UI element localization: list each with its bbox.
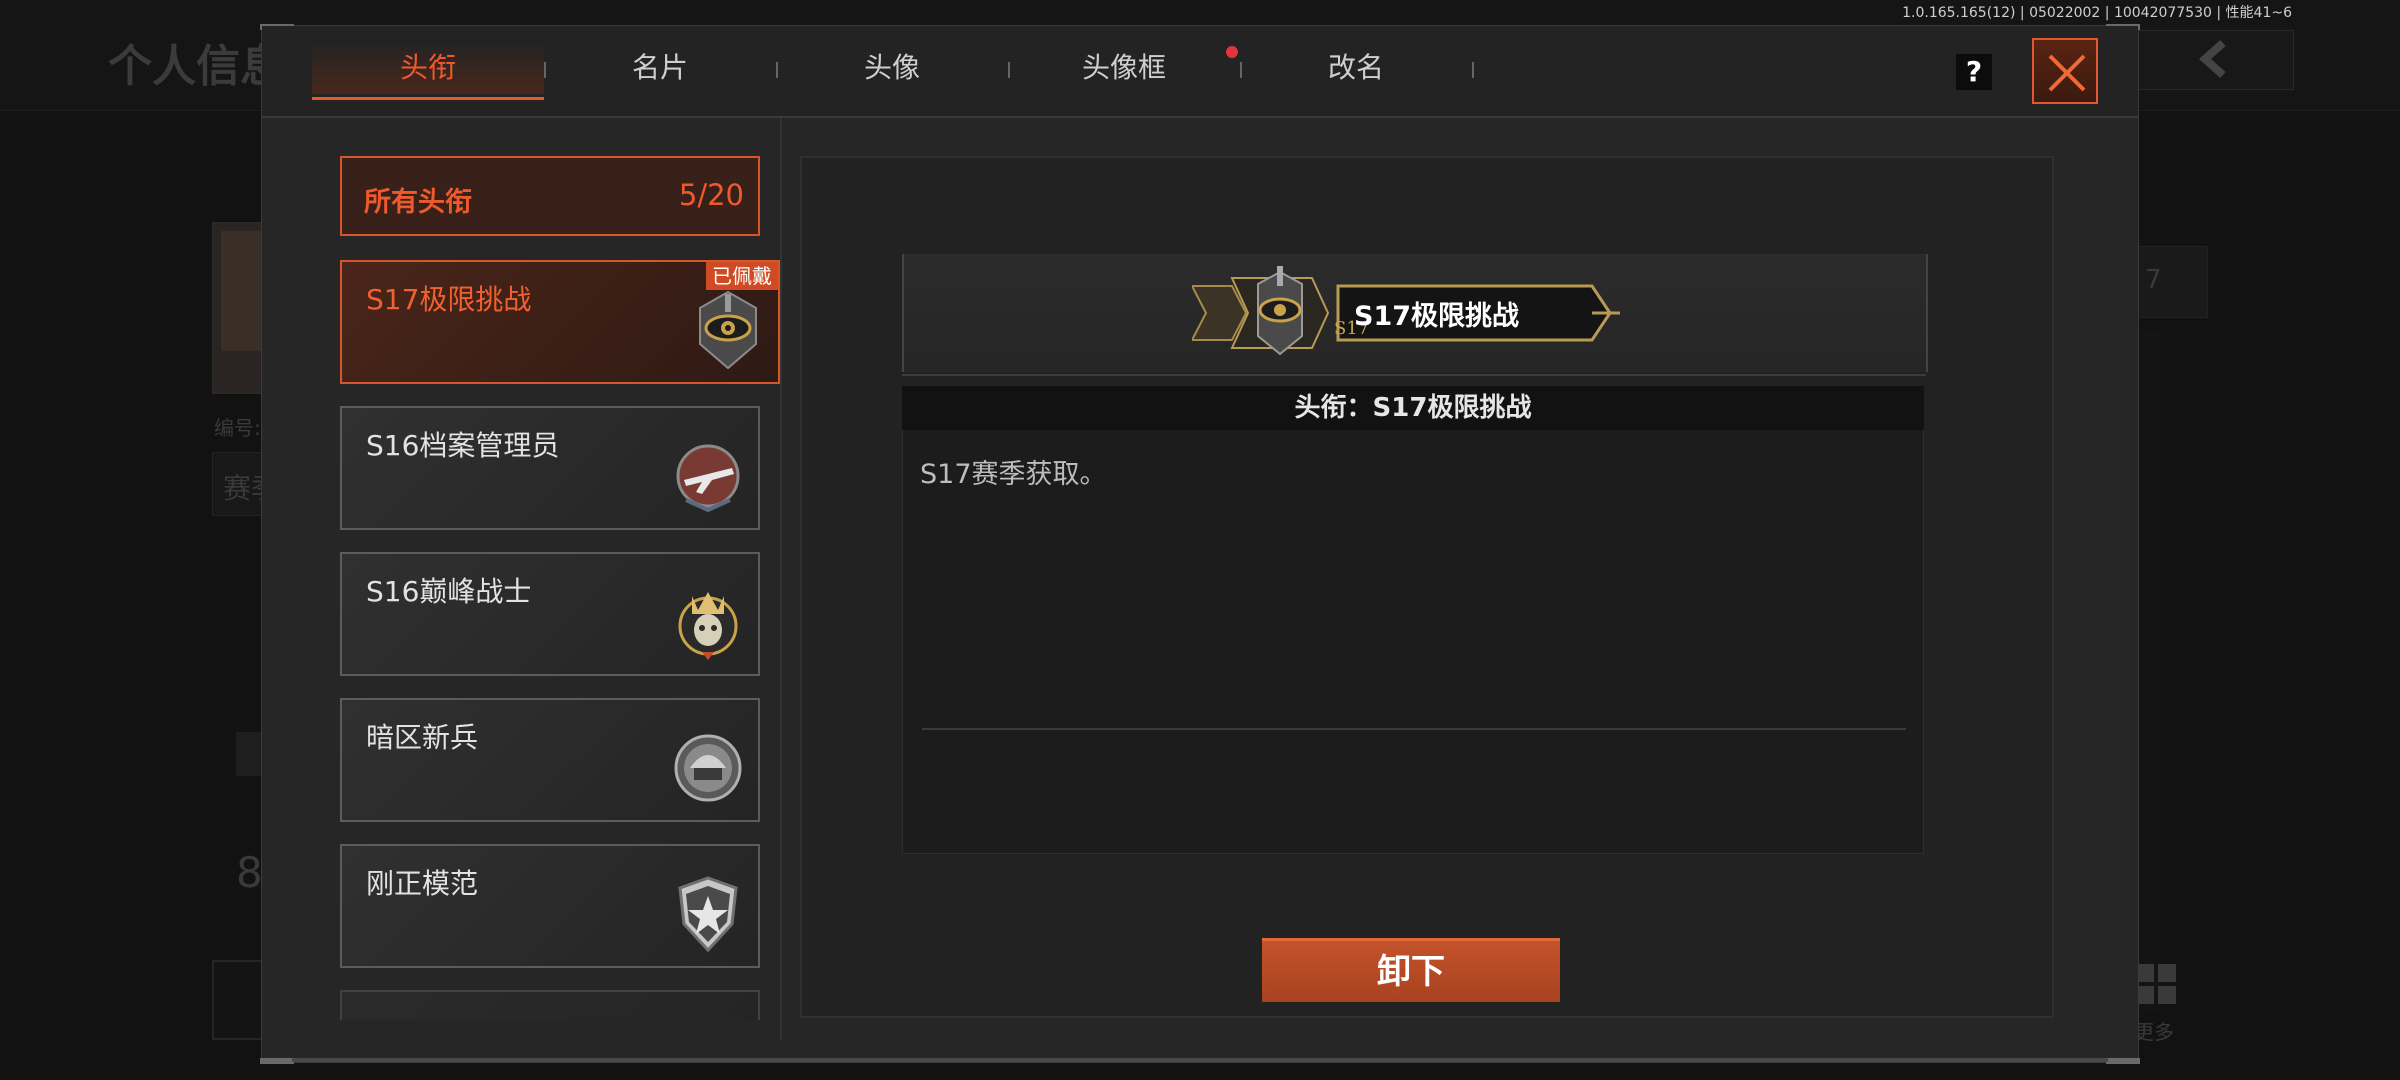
- all-titles-filter[interactable]: 所有头衔 5/20: [340, 156, 760, 236]
- back-arrow-icon: [2198, 40, 2226, 78]
- airplane-emblem-icon: [676, 444, 740, 513]
- tab-bar: 头衔 名片 头像 头像框 改名 ?: [262, 26, 2138, 118]
- help-button[interactable]: ?: [1956, 54, 1992, 90]
- background-more-label: 更多: [2134, 1020, 2174, 1044]
- title-item-s16-archivist[interactable]: S16档案管理员: [340, 406, 760, 530]
- title-list[interactable]: S17极限挑战 已佩戴 S16档案管理员 S16巅峰战士 暗区新兵 刚正模范: [340, 260, 780, 1020]
- dialog-bottom-border: [292, 1058, 2108, 1062]
- tab-avatar[interactable]: 头像: [776, 42, 1008, 94]
- description-divider: [922, 728, 1906, 730]
- worn-badge: 已佩戴: [706, 262, 778, 290]
- title-item-name: 刚正模范: [366, 867, 479, 900]
- background-back-button: [2136, 30, 2294, 90]
- helmet-emblem-icon: [674, 734, 742, 802]
- title-item-partial[interactable]: [340, 990, 760, 1020]
- crown-skull-emblem-icon: [678, 592, 738, 660]
- background-page-title: 个人信息: [108, 41, 284, 92]
- background-id-label: 编号:: [214, 416, 261, 440]
- background-right-panel: [2136, 330, 2160, 1010]
- description-text: S17赛季获取。: [920, 459, 1107, 490]
- tab-avatar-frame[interactable]: 头像框: [1008, 42, 1240, 94]
- tab-rename[interactable]: 改名: [1240, 42, 1472, 94]
- banner-title-text: S17极限挑战: [1354, 301, 1520, 332]
- corner-decoration: [2106, 1058, 2140, 1064]
- title-item-name: S16巅峰战士: [366, 575, 532, 608]
- title-item-upright-model[interactable]: 刚正模范: [340, 844, 760, 968]
- close-icon: [2048, 54, 2086, 92]
- title-item-s17[interactable]: S17极限挑战 已佩戴: [340, 260, 780, 384]
- corner-decoration: [260, 1058, 294, 1064]
- eye-emblem-icon: [699, 290, 757, 370]
- background-season-dropdown: 7: [2136, 246, 2208, 318]
- description-header: 头衔：S17极限挑战: [902, 386, 1924, 430]
- all-titles-count: 5/20: [678, 178, 744, 212]
- column-divider: [780, 118, 782, 1040]
- unequip-button[interactable]: 卸下: [1262, 938, 1560, 1002]
- more-grid-icon: [2136, 964, 2176, 1004]
- title-item-s16-peak-warrior[interactable]: S16巅峰战士: [340, 552, 760, 676]
- tab-separator: [1472, 62, 1474, 78]
- tab-titles[interactable]: 头衔: [312, 42, 544, 100]
- title-item-name: S17极限挑战: [366, 283, 532, 316]
- title-dialog: 头衔 名片 头像 头像框 改名 ? 所有头衔 5/20 S17极限挑战 已佩戴: [260, 24, 2140, 1064]
- background-number: 8: [236, 848, 263, 897]
- tab-card[interactable]: 名片: [544, 42, 776, 94]
- banner-divider: [902, 374, 1926, 376]
- title-item-name: S16档案管理员: [366, 429, 560, 462]
- close-button[interactable]: [2032, 38, 2098, 104]
- notification-dot: [1226, 46, 1238, 58]
- title-item-dark-zone-recruit[interactable]: 暗区新兵: [340, 698, 760, 822]
- version-info: 1.0.165.165(12) | 05022002 | 10042077530…: [1902, 5, 2292, 21]
- all-titles-label: 所有头衔: [364, 187, 472, 218]
- star-shield-emblem-icon: [678, 876, 738, 953]
- title-item-name: 暗区新兵: [366, 721, 479, 754]
